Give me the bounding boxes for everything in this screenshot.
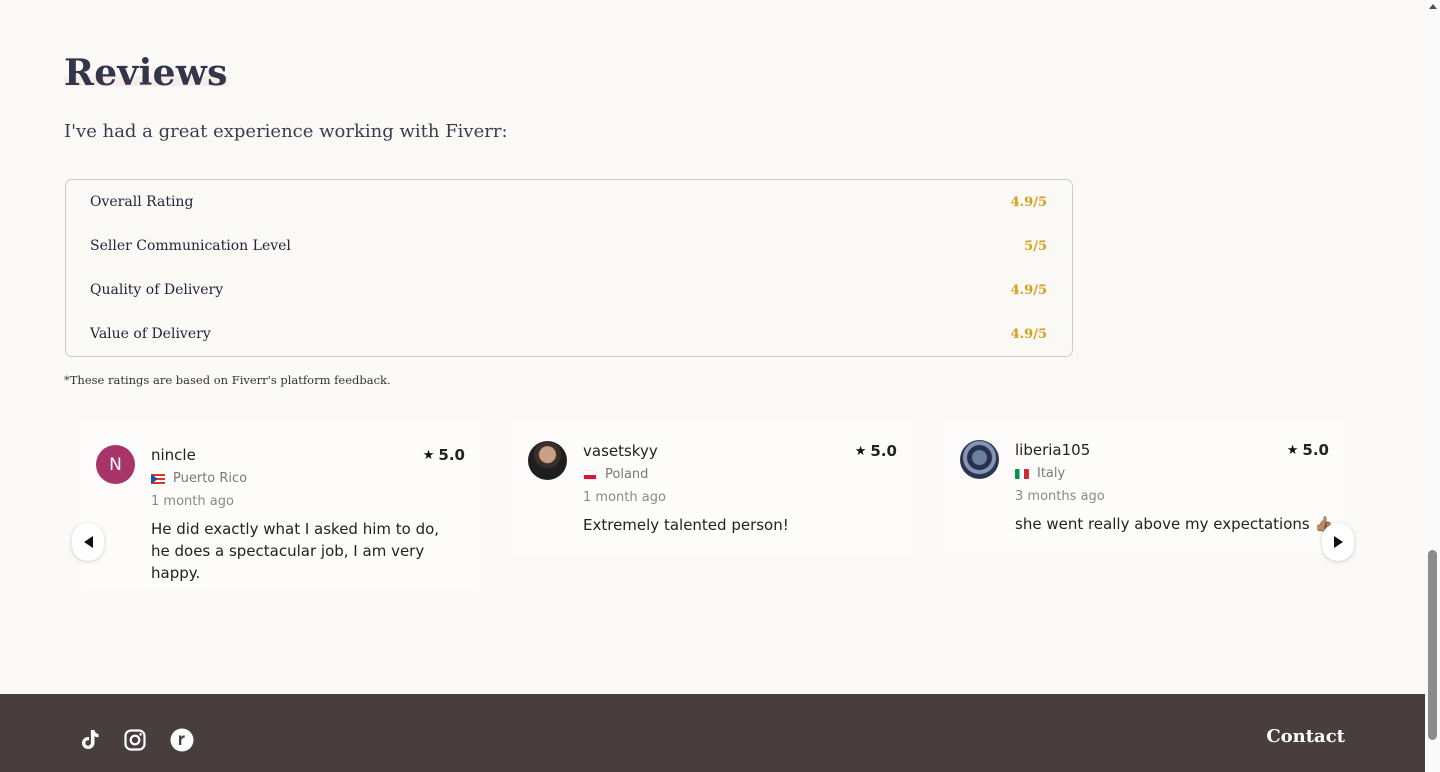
review-rating: ★ 5.0 (423, 446, 465, 464)
tiktok-icon[interactable] (78, 728, 102, 752)
review-text: He did exactly what I asked him to do, h… (151, 520, 440, 582)
reviewer-name: liberia105 (1015, 441, 1091, 459)
review-rating: ★ 5.0 (855, 442, 897, 460)
rating-value: 5/5 (1024, 238, 1047, 254)
star-icon: ★ (1286, 442, 1299, 458)
reviewer-name: nincle (151, 446, 196, 464)
country-name: Puerto Rico (173, 471, 248, 486)
review-card: N nincle Puerto Rico 1 month ago ★ 5.0 H… (80, 421, 480, 591)
rating-label: Seller Communication Level (90, 238, 291, 254)
reviewer-country: Poland (583, 467, 648, 482)
review-time: 1 month ago (583, 490, 666, 505)
ratings-box: Overall Rating 4.9/5 Seller Communicatio… (65, 179, 1073, 357)
arrow-right-icon (1333, 536, 1343, 548)
rating-label: Quality of Delivery (90, 282, 224, 298)
review-time: 1 month ago (151, 494, 234, 509)
review-card: liberia105 Italy 3 months ago ★ 5.0 she … (944, 421, 1344, 553)
rating-value: 4.9/5 (1010, 282, 1047, 298)
instagram-icon[interactable] (123, 728, 147, 752)
contact-link[interactable]: Contact (1266, 726, 1345, 747)
reviews-heading: Reviews (64, 52, 228, 94)
rating-row-overall: Overall Rating 4.9/5 (90, 192, 1047, 212)
reviews-intro: I've had a great experience working with… (64, 121, 508, 142)
rating-row-value: Value of Delivery 4.9/5 (90, 324, 1047, 344)
avatar: N (96, 445, 135, 484)
country-name: Italy (1037, 466, 1066, 481)
poland-flag-icon (583, 469, 597, 480)
review-text: she went really above my expectations 👍🏽 (1015, 515, 1334, 533)
review-card: vasetskyy Poland 1 month ago ★ 5.0 Extre… (512, 421, 912, 555)
arrow-left-icon (83, 536, 93, 548)
rating-number: 5.0 (870, 442, 897, 460)
reviewer-country: Puerto Rico (151, 471, 247, 486)
star-icon: ★ (854, 443, 867, 459)
rating-number: 5.0 (1302, 441, 1329, 459)
scroll-up-arrow-icon[interactable] (1429, 4, 1437, 9)
rating-label: Value of Delivery (90, 326, 211, 342)
reviewer-name: vasetskyy (583, 442, 658, 460)
page: Reviews I've had a great experience work… (0, 0, 1425, 772)
reviewer-country: Italy (1015, 466, 1065, 481)
ratings-footnote: *These ratings are based on Fiverr's pla… (64, 373, 391, 387)
scrollbar[interactable] (1425, 0, 1440, 772)
rating-label: Overall Rating (90, 194, 194, 210)
country-name: Poland (605, 467, 649, 482)
review-text: Extremely talented person! (583, 516, 789, 534)
avatar (960, 440, 999, 479)
italy-flag-icon (1015, 468, 1029, 479)
avatar (528, 441, 567, 480)
puerto-rico-flag-icon (151, 473, 165, 484)
rating-number: 5.0 (438, 446, 465, 464)
rating-row-quality: Quality of Delivery 4.9/5 (90, 280, 1047, 300)
review-rating: ★ 5.0 (1287, 441, 1329, 459)
carousel-next-button[interactable] (1322, 523, 1354, 561)
review-time: 3 months ago (1015, 489, 1105, 504)
rating-value: 4.9/5 (1010, 326, 1047, 342)
r-icon[interactable] (170, 728, 194, 752)
scrollbar-thumb[interactable] (1428, 550, 1437, 740)
rating-value: 4.9/5 (1010, 194, 1047, 210)
rating-row-communication: Seller Communication Level 5/5 (90, 236, 1047, 256)
star-icon: ★ (422, 447, 435, 463)
carousel-prev-button[interactable] (72, 523, 104, 561)
footer: Contact (0, 694, 1425, 772)
